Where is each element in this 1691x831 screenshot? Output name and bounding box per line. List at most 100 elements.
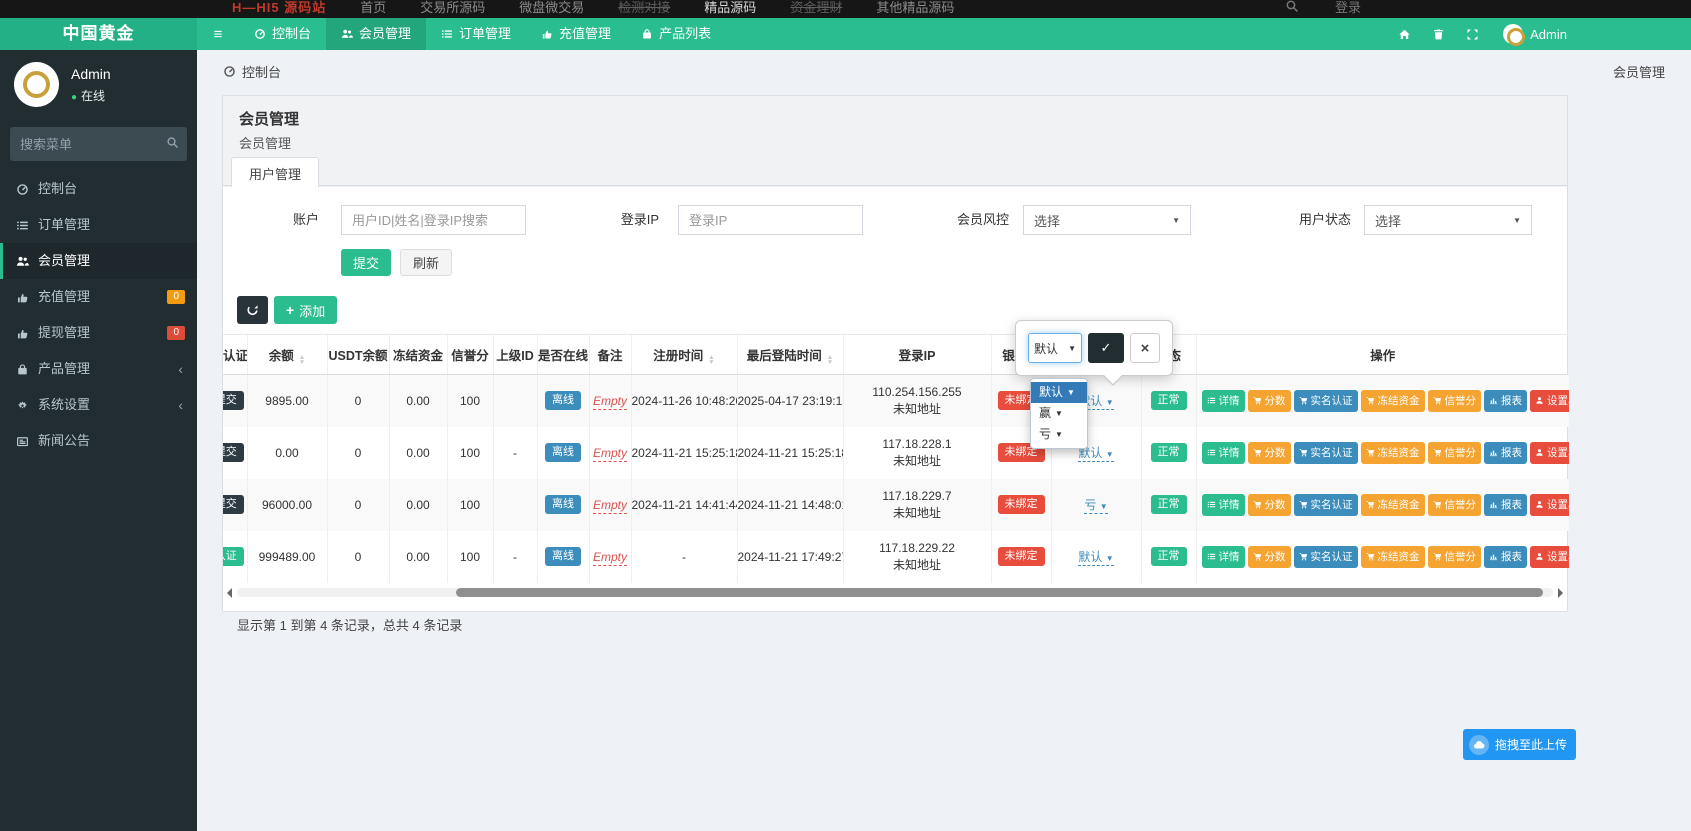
background-nav-link[interactable]: 检测对接 (618, 0, 670, 16)
cell-actions: 详情分数实名认证冻结资金信誉分报表设置黑名单冻结 (1195, 478, 1569, 531)
cell-auth: 认证 (223, 531, 247, 583)
risk-editable-link[interactable]: 默认 ▼ (1078, 550, 1114, 566)
risk-popup-select[interactable]: 默认 ▼ (1028, 333, 1082, 363)
detail-button[interactable]: 详情 (1201, 493, 1245, 516)
credit-score-button[interactable]: 信誉分 (1427, 493, 1481, 516)
detail-button[interactable]: 详情 (1201, 389, 1245, 412)
freeze-funds-button[interactable]: 冻结资金 (1360, 545, 1425, 568)
note-editable-link[interactable]: Empty (592, 549, 627, 566)
set-blacklist-button[interactable]: 设置黑名单 (1530, 493, 1569, 516)
column-header-reg[interactable]: 注册时间 ▲ ▼ (630, 334, 737, 375)
background-nav-link[interactable]: 交易所源码 (420, 0, 485, 16)
note-editable-link[interactable]: Empty (592, 497, 627, 514)
report-button[interactable]: 报表 (1484, 545, 1527, 568)
background-page-strip: H—HI5 源码站 首页 交易所源码 微盘微交易 检测对接 精品源码 资金理财 其他精品源码… (0, 0, 1691, 18)
freeze-funds-button[interactable]: 冻结资金 (1360, 441, 1425, 464)
set-blacklist-button[interactable]: 设置黑名单 (1530, 441, 1569, 464)
realname-auth-button[interactable]: 实名认证 (1293, 441, 1358, 464)
home-icon[interactable] (1387, 18, 1421, 50)
risk-editable-link[interactable]: 亏 ▼ (1084, 498, 1108, 514)
brand-logo[interactable]: 中国黄金 (0, 18, 197, 50)
confirm-button[interactable]: ✓ (1088, 333, 1124, 363)
nav-item-产品列表[interactable]: 产品列表 (626, 18, 726, 50)
table-refresh-button[interactable] (237, 296, 268, 324)
member-risk-label: 会员风控 (956, 212, 1009, 227)
column-header-last[interactable]: 最后登陆时间 ▲ ▼ (736, 334, 843, 375)
score-button[interactable]: 分数 (1247, 389, 1291, 412)
sidebar-item-会员管理[interactable]: 会员管理 (0, 243, 197, 279)
auth-badge: 提交 (223, 494, 244, 515)
set-blacklist-button[interactable]: 设置黑名单 (1530, 545, 1569, 568)
freeze-funds-button[interactable]: 冻结资金 (1360, 389, 1425, 412)
background-nav-link[interactable]: 首页 (360, 0, 386, 16)
login-ip-input[interactable] (678, 205, 863, 235)
report-button[interactable]: 报表 (1484, 389, 1527, 412)
note-editable-link[interactable]: Empty (592, 393, 627, 410)
main-content: 控制台 会员管理 会员管理 会员管理 用户管理 账户 登录IP 会员风控 选择▼… (197, 50, 1691, 831)
credit-score-button[interactable]: 信誉分 (1427, 545, 1481, 568)
nav-item-订单管理[interactable]: 订单管理 (426, 18, 526, 50)
score-button[interactable]: 分数 (1247, 545, 1291, 568)
sidebar-item-控制台[interactable]: 控制台 (0, 171, 197, 207)
set-blacklist-button[interactable]: 设置黑名单 (1530, 389, 1569, 412)
account-search-input[interactable] (341, 205, 526, 235)
report-button[interactable]: 报表 (1484, 441, 1527, 464)
nav-item-会员管理[interactable]: 会员管理 (326, 18, 427, 50)
sidebar-item-系统设置[interactable]: 系统设置 ‹ (0, 387, 197, 423)
report-button[interactable]: 报表 (1484, 493, 1527, 516)
account-label: 账户 (292, 212, 319, 227)
background-nav-link[interactable]: 精品源码 (704, 0, 756, 16)
background-search-icon[interactable] (1285, 0, 1299, 15)
credit-score-button[interactable]: 信誉分 (1427, 389, 1481, 412)
record-count-summary: 显示第 1 到第 4 条记录，总共 4 条记录 (237, 617, 463, 633)
cancel-button[interactable]: × (1130, 333, 1160, 363)
nav-item-控制台[interactable]: 控制台 (239, 18, 326, 50)
add-button[interactable]: + 添加 (274, 296, 338, 324)
score-button[interactable]: 分数 (1247, 441, 1291, 464)
sidebar-item-订单管理[interactable]: 订单管理 (0, 207, 197, 243)
detail-button[interactable]: 详情 (1201, 545, 1245, 568)
refresh-button[interactable]: 刷新 (400, 249, 453, 276)
detail-button[interactable]: 详情 (1201, 441, 1245, 464)
table-row: 提交 0.00 0 0.00 100 - 离线 Empty 2024-11-21… (223, 426, 1569, 479)
sidebar-item-产品管理[interactable]: 产品管理 ‹ (0, 351, 197, 387)
sidebar-item-提现管理[interactable]: 提现管理 0 (0, 315, 197, 351)
credit-score-button[interactable]: 信誉分 (1427, 441, 1481, 464)
sidebar-item-新闻公告[interactable]: 新闻公告 (0, 423, 197, 459)
scroll-right-arrow[interactable] (1558, 587, 1563, 598)
sidebar-toggle-button[interactable]: ≡ (197, 18, 239, 50)
risk-option-默认[interactable]: 默认 ▼ (1031, 382, 1087, 403)
tab-user-management[interactable]: 用户管理 (231, 157, 320, 190)
user-status-select[interactable]: 选择 ▼ (1364, 205, 1532, 235)
column-header-credit: 信誉分 (446, 334, 493, 375)
drag-upload-button[interactable]: 拖拽至此上传 (1463, 729, 1577, 760)
realname-auth-button[interactable]: 实名认证 (1293, 493, 1358, 516)
background-nav-link[interactable]: 其他精品源码 (876, 0, 954, 16)
nav-item-充值管理[interactable]: 充值管理 (526, 18, 626, 50)
breadcrumb-dashboard-link[interactable]: 控制台 (223, 62, 281, 81)
caret-down-icon: ▼ (1105, 450, 1114, 459)
risk-option-亏[interactable]: 亏 ▼ (1031, 424, 1087, 445)
note-editable-link[interactable]: Empty (592, 445, 627, 462)
submit-button[interactable]: 提交 (341, 249, 392, 276)
user-menu[interactable]: Admin (1489, 24, 1581, 46)
background-login-link[interactable]: 登录 (1335, 0, 1361, 16)
realname-auth-button[interactable]: 实名认证 (1293, 545, 1358, 568)
scrollbar-thumb[interactable] (456, 587, 1543, 597)
background-nav-link[interactable]: 微盘微交易 (519, 0, 584, 16)
fullscreen-icon[interactable] (1455, 18, 1489, 50)
sidebar-search-icon[interactable] (166, 136, 179, 151)
risk-option-赢[interactable]: 赢 ▼ (1031, 403, 1087, 424)
member-risk-select[interactable]: 选择 ▼ (1023, 205, 1191, 235)
sidebar-search-input[interactable] (10, 127, 187, 161)
realname-auth-button[interactable]: 实名认证 (1293, 389, 1358, 412)
scroll-left-arrow[interactable] (227, 587, 232, 598)
column-header-balance[interactable]: 余额 ▲ ▼ (246, 334, 327, 375)
sidebar-item-充值管理[interactable]: 充值管理 0 (0, 279, 197, 315)
freeze-funds-button[interactable]: 冻结资金 (1360, 493, 1425, 516)
column-header-frozen: 冻结资金 (388, 334, 447, 375)
trash-icon[interactable] (1421, 18, 1455, 50)
background-nav-link[interactable]: 资金理财 (790, 0, 842, 16)
horizontal-scrollbar[interactable] (223, 585, 1567, 599)
score-button[interactable]: 分数 (1247, 493, 1291, 516)
